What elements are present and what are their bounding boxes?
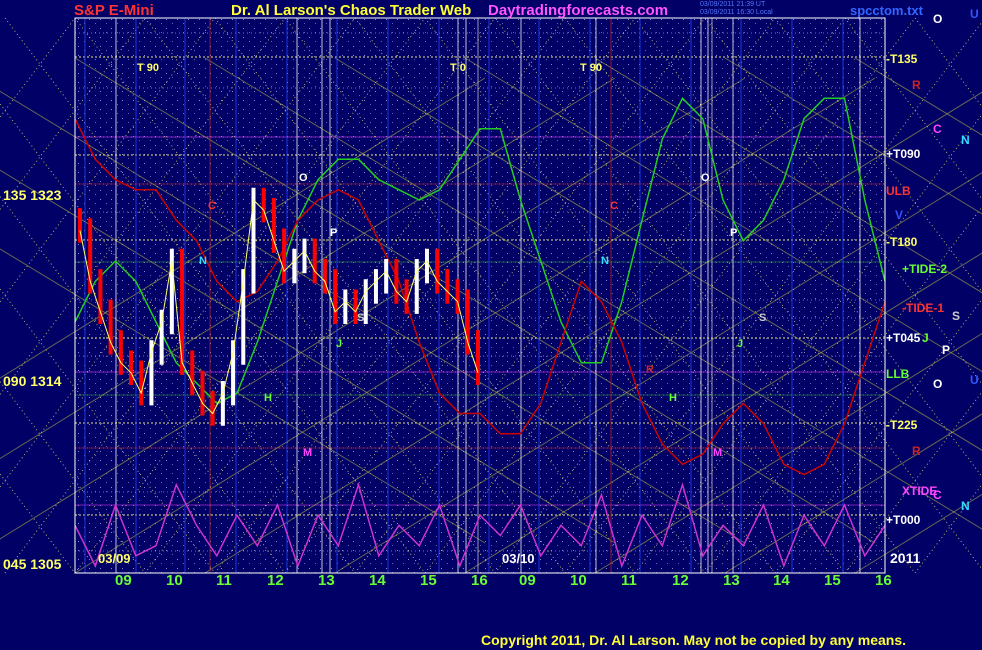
date-label-0309: 03/09 <box>98 551 131 566</box>
planet-marker: R <box>646 364 654 376</box>
time-marker: T 0 <box>450 62 466 74</box>
x-tick-label: 11 <box>216 572 232 589</box>
planet-code: V <box>895 208 904 222</box>
chart-window: S&P E-Mini Dr. Al Larson's Chaos Trader … <box>0 0 982 650</box>
time-marker: T 90 <box>580 62 603 74</box>
planet-marker: N <box>199 255 207 267</box>
right-label-ulb: ULB <box>886 184 911 198</box>
y-axis-label-middle: 090 1314 <box>3 373 62 389</box>
instrument-label: S&P E-Mini <box>74 2 154 19</box>
utc-timestamp: 03/09/2011 21:39 UT <box>700 1 766 8</box>
planet-code: J <box>922 331 929 345</box>
right-label-t000: +T000 <box>886 513 921 527</box>
planet-code: O <box>933 377 943 391</box>
x-tick-label: 12 <box>672 572 689 589</box>
planet-code: C <box>933 122 942 136</box>
planet-marker: M <box>303 447 313 459</box>
planet-code: O <box>933 12 943 26</box>
file-label: spcctom.txt <box>850 3 923 18</box>
x-tick-label: 15 <box>420 572 437 589</box>
date-label-0310: 03/10 <box>502 551 535 566</box>
planet-code: R <box>912 78 921 92</box>
diagonal-grid-line <box>0 17 76 118</box>
x-tick-label: 13 <box>318 572 335 589</box>
time-marker: T 90 <box>137 62 160 74</box>
copyright-notice: Copyright 2011, Dr. Al Larson. May not b… <box>481 632 907 648</box>
planet-marker: H <box>264 392 272 404</box>
plot-starfield <box>75 18 885 573</box>
right-label-tide1: -TIDE-1 <box>902 301 944 315</box>
diagonal-grid-line <box>0 473 76 574</box>
local-timestamp: 03/09/2011 16:30 Local <box>700 9 773 16</box>
right-label-tide2: +TIDE-2 <box>902 262 948 276</box>
x-tick-label: 09 <box>519 572 536 589</box>
planet-code: U <box>970 7 979 21</box>
planet-marker: J <box>336 338 343 350</box>
planet-marker: M <box>713 447 723 459</box>
x-tick-label: 09 <box>115 572 132 589</box>
x-tick-label: 16 <box>875 572 892 589</box>
x-tick-label: 11 <box>621 572 637 589</box>
y-axis-label-top: 135 1323 <box>3 187 62 203</box>
planet-code: U <box>970 373 979 387</box>
planet-code: S <box>952 309 961 323</box>
planet-code: R <box>912 444 921 458</box>
x-tick-label: 14 <box>773 572 790 589</box>
planet-marker: S <box>357 312 365 324</box>
planet-marker: H <box>669 392 677 404</box>
x-tick-label: 13 <box>723 572 740 589</box>
x-tick-label: 14 <box>369 572 386 589</box>
x-tick-label: 12 <box>267 572 284 589</box>
right-label-t135: -T135 <box>886 52 918 66</box>
planet-marker: J <box>737 338 744 350</box>
site-label: Daytradingforecasts.com <box>488 2 669 19</box>
year-label: 2011 <box>890 550 921 566</box>
chart-title: Dr. Al Larson's Chaos Trader Web <box>231 2 472 19</box>
planet-marker: C <box>208 200 216 212</box>
right-label-t045: +T045 <box>886 331 921 345</box>
right-label-llb: LLB <box>886 367 910 381</box>
right-label-t225: -T225 <box>886 418 918 432</box>
planet-code: C <box>933 488 942 502</box>
planet-marker: P <box>330 227 338 239</box>
chaos-chart <box>0 17 982 574</box>
planet-marker: C <box>610 200 618 212</box>
x-tick-label: 10 <box>166 572 183 589</box>
y-axis-label-bottom: 045 1305 <box>3 556 62 572</box>
right-label-t180: -T180 <box>886 235 918 249</box>
planet-code: P <box>942 343 951 357</box>
right-label-t090: +T090 <box>886 147 921 161</box>
planet-code: N <box>961 133 970 147</box>
x-tick-label: 15 <box>824 572 841 589</box>
planet-marker: O <box>299 172 308 184</box>
planet-marker: N <box>601 255 609 267</box>
planet-code: N <box>961 499 970 513</box>
x-tick-label: 10 <box>570 572 587 589</box>
planet-marker: S <box>759 312 767 324</box>
planet-marker: O <box>701 172 710 184</box>
x-tick-label: 16 <box>471 572 488 589</box>
planet-marker: P <box>730 227 738 239</box>
